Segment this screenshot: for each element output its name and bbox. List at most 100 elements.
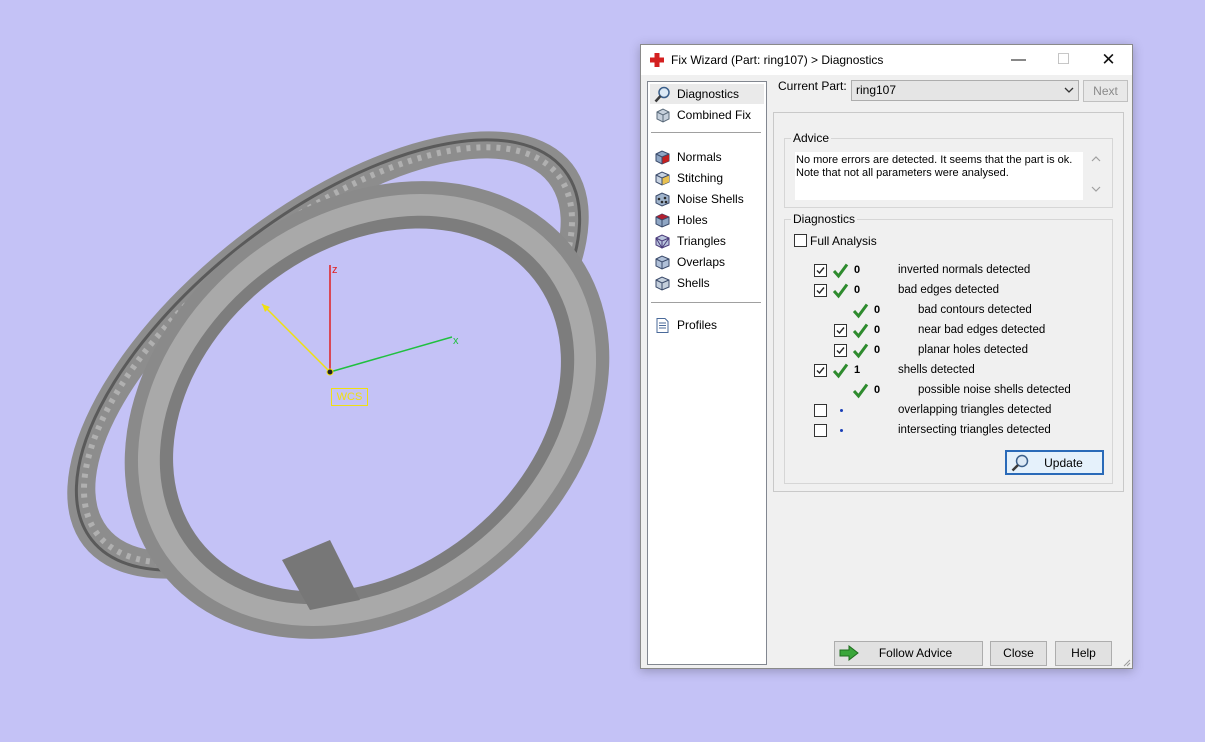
ok-check-icon [852,323,869,339]
update-button[interactable]: Update [1005,450,1104,475]
advice-scrollbar[interactable] [1088,149,1104,201]
nav-item-profiles[interactable]: Profiles [650,315,764,335]
resize-grip-icon[interactable] [1121,657,1131,667]
x-axis-label: x [453,335,459,347]
diagnostics-panel: Advice No more errors are detected. It s… [773,112,1124,492]
nav-label: Holes [677,213,708,227]
origin-marker [326,368,334,376]
inverted-normals-label: inverted normals detected [898,264,1031,276]
nav-label: Noise Shells [677,192,744,206]
planar-holes-label: planar holes detected [918,344,1028,356]
bad-contours-label: bad contours detected [918,304,1032,316]
nav-item-diagnostics[interactable]: Diagnostics [650,84,764,104]
nav-label: Profiles [677,318,718,332]
nav-item-normals[interactable]: Normals [650,147,764,167]
arrow-right-icon [839,645,859,661]
inverted-normals-checkbox[interactable] [814,264,827,277]
planar-holes-count: 0 [874,344,881,356]
diagnostics-title: Diagnostics [791,212,858,226]
nav-item-overlaps[interactable]: Overlaps [650,252,764,272]
near-bad-edges-checkbox[interactable] [834,324,847,337]
z-axis-label: z [332,264,338,276]
next-button[interactable]: Next [1083,80,1128,102]
nav-item-triangles[interactable]: Triangles [650,231,764,251]
holes-cube-icon [655,212,670,228]
magnifier-icon [654,86,670,102]
bad-edges-label: bad edges detected [898,284,1000,296]
intersecting-triangles-checkbox[interactable] [814,424,827,437]
current-part-select[interactable]: ring107 [851,80,1079,101]
wizard-navigation: Diagnostics Combined Fix Normals Stitchi… [647,81,767,665]
planar-holes-checkbox[interactable] [834,344,847,357]
nav-label: Shells [677,276,710,290]
full-analysis-checkbox[interactable] [794,234,807,247]
title-bar[interactable]: Fix Wizard (Part: ring107) > Diagnostics… [641,45,1132,75]
nav-item-noise-shells[interactable]: Noise Shells [650,189,764,209]
update-label: Update [1044,456,1083,470]
bad-edges-count: 0 [854,284,861,296]
nav-item-stitching[interactable]: Stitching [650,168,764,188]
advice-line-1: No more errors are detected. It seems th… [796,154,1073,166]
ok-check-icon [852,343,869,359]
ok-check-icon [852,383,869,399]
nav-label: Combined Fix [677,108,752,122]
overlapping-triangles-checkbox[interactable] [814,404,827,417]
follow-advice-button[interactable]: Follow Advice [834,641,983,666]
nav-item-holes[interactable]: Holes [650,210,764,230]
noise-shells-label: possible noise shells detected [918,384,1071,396]
nav-item-combined-fix[interactable]: Combined Fix [650,105,764,125]
ok-check-icon [832,283,849,299]
diagnostics-group: Diagnostics Full Analysis 0 inverted nor… [784,212,1113,484]
shells-count: 1 [854,364,861,376]
pending-dot-icon [840,409,843,412]
triangles-cube-icon [655,233,670,249]
nav-label: Overlaps [677,255,726,269]
inverted-normals-count: 0 [854,264,861,276]
scroll-down-icon[interactable] [1091,185,1101,193]
profiles-document-icon [656,317,669,333]
normals-cube-icon [655,149,670,165]
red-cross-app-icon [650,53,664,67]
advice-line-2: Note that not all parameters were analys… [796,167,1009,179]
noise-shells-count: 0 [874,384,881,396]
current-part-label: Current Part: [778,79,847,93]
close-button[interactable]: Close [990,641,1047,666]
wcs-label: WCS [331,388,368,406]
stitching-cube-icon [655,170,670,186]
noise-shells-cube-icon [655,191,670,207]
window-title: Fix Wizard (Part: ring107) > Diagnostics [671,53,884,67]
nav-label: Diagnostics [677,87,740,101]
nav-label: Triangles [677,234,726,248]
shells-label: shells detected [898,364,975,376]
intersecting-triangles-label: intersecting triangles detected [898,424,1051,436]
chevron-down-icon [1064,87,1074,93]
nav-label: Stitching [677,171,724,185]
full-analysis-label: Full Analysis [810,234,877,248]
ok-check-icon [852,303,869,319]
overlaps-cube-icon [655,254,670,270]
follow-advice-label: Follow Advice [878,646,953,660]
combined-fix-icon [656,107,670,123]
help-button[interactable]: Help [1055,641,1112,666]
shells-checkbox[interactable] [814,364,827,377]
advice-textbox[interactable]: No more errors are detected. It seems th… [795,152,1083,200]
close-window-button[interactable]: ✕ [1086,45,1131,75]
fix-wizard-dialog: Fix Wizard (Part: ring107) > Diagnostics… [640,44,1133,669]
overlapping-triangles-label: overlapping triangles detected [898,404,1052,416]
shells-cube-icon [655,275,670,291]
scroll-up-icon[interactable] [1091,155,1101,163]
pending-dot-icon [840,429,843,432]
ok-check-icon [832,363,849,379]
near-bad-edges-label: near bad edges detected [918,324,1046,336]
current-part-value: ring107 [856,83,897,97]
bad-edges-checkbox[interactable] [814,284,827,297]
nav-separator [651,132,761,133]
nav-item-shells[interactable]: Shells [650,273,764,293]
advice-group: Advice No more errors are detected. It s… [784,131,1113,208]
bad-contours-count: 0 [874,304,881,316]
maximize-button[interactable]: ☐ [1041,45,1086,75]
near-bad-edges-count: 0 [874,324,881,336]
advice-title: Advice [791,131,832,145]
minimize-button[interactable]: — [996,45,1041,75]
nav-separator [651,302,761,303]
